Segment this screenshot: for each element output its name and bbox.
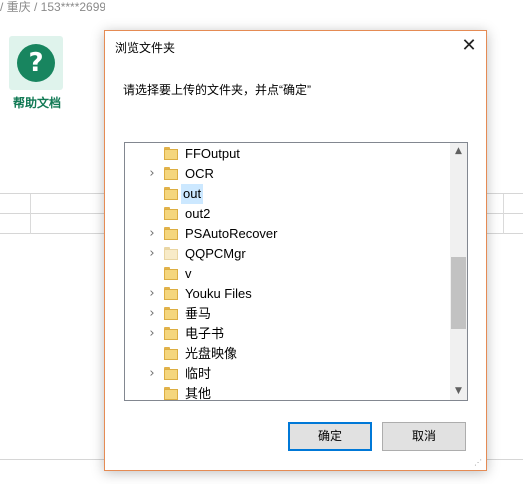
folder-icon: [164, 187, 178, 200]
tree-item[interactable]: v: [125, 264, 450, 284]
chevron-right-icon[interactable]: ›: [146, 164, 158, 184]
folder-tree-rows: FFOutput › OCR out out2 › PSAutoRecover › QQPCMg…: [125, 143, 450, 400]
chevron-right-icon[interactable]: ›: [146, 324, 158, 344]
tree-item-label: 临时: [185, 366, 212, 381]
scroll-up-icon[interactable]: ▲: [450, 143, 467, 160]
tree-item[interactable]: 其他: [125, 384, 450, 400]
tree-item-label: Youku Files: [185, 286, 252, 301]
folder-icon: [164, 287, 178, 300]
tree-item[interactable]: 光盘映像: [125, 344, 450, 364]
chevron-right-icon[interactable]: ›: [146, 244, 158, 264]
ok-button[interactable]: 确定: [288, 422, 372, 451]
folder-tree[interactable]: FFOutput › OCR out out2 › PSAutoRecover › QQPCMg…: [124, 142, 468, 401]
tree-item[interactable]: › QQPCMgr: [125, 244, 450, 264]
resize-grip-icon[interactable]: ⋰: [474, 458, 484, 468]
help-docs-button[interactable]: ? 帮助文档: [7, 36, 67, 112]
help-docs-label: 帮助文档: [12, 96, 61, 110]
folder-icon: [164, 147, 178, 160]
dialog-title: 浏览文件夹: [115, 41, 176, 55]
tree-item-label: v: [185, 266, 192, 281]
folder-icon: [164, 247, 178, 260]
chevron-right-icon[interactable]: ›: [146, 304, 158, 324]
tree-item-label: FFOutput: [185, 146, 240, 161]
vertical-scrollbar[interactable]: ▲ ▼: [450, 143, 467, 400]
dialog-message: 请选择要上传的文件夹，并点“确定”: [123, 83, 311, 97]
tree-item-label: 垂马: [185, 306, 212, 321]
tree-item-label: 电子书: [185, 326, 225, 341]
tree-item-label: OCR: [185, 166, 214, 181]
tree-item[interactable]: › PSAutoRecover: [125, 224, 450, 244]
folder-icon: [164, 227, 178, 240]
chevron-right-icon[interactable]: ›: [146, 364, 158, 384]
chevron-right-icon[interactable]: ›: [146, 224, 158, 244]
tree-item-label: PSAutoRecover: [185, 226, 278, 241]
tree-item-label: 其他: [185, 386, 212, 400]
tree-item[interactable]: › 垂马: [125, 304, 450, 324]
folder-icon: [164, 167, 178, 180]
folder-icon: [164, 207, 178, 220]
tree-item[interactable]: FFOutput: [125, 144, 450, 164]
breadcrumb: / 重庆 / 153****2699: [0, 0, 105, 14]
browse-folder-dialog: 浏览文件夹 ✕ 请选择要上传的文件夹，并点“确定” FFOutput › OCR ou…: [104, 30, 487, 471]
folder-icon: [164, 367, 178, 380]
tree-item-label: 光盘映像: [185, 346, 238, 361]
bg-column-line: [30, 194, 31, 234]
bg-column-line: [503, 194, 504, 234]
folder-icon: [164, 267, 178, 280]
tree-item-label: out: [181, 184, 204, 204]
tree-item[interactable]: › 电子书: [125, 324, 450, 344]
tree-item[interactable]: › Youku Files: [125, 284, 450, 304]
tree-item-label: out2: [185, 206, 211, 221]
question-mark-icon: ?: [17, 44, 55, 82]
folder-icon: [164, 307, 178, 320]
help-icon: ?: [9, 36, 63, 90]
cancel-button[interactable]: 取消: [382, 422, 466, 451]
tree-item-label: QQPCMgr: [185, 246, 246, 261]
tree-item[interactable]: › OCR: [125, 164, 450, 184]
tree-item[interactable]: › 临时: [125, 364, 450, 384]
folder-icon: [164, 347, 178, 360]
chevron-right-icon[interactable]: ›: [146, 284, 158, 304]
close-icon[interactable]: ✕: [452, 31, 486, 61]
scroll-down-icon[interactable]: ▼: [450, 383, 467, 400]
folder-icon: [164, 387, 178, 400]
tree-item[interactable]: out: [125, 184, 450, 204]
folder-icon: [164, 327, 178, 340]
scrollbar-thumb[interactable]: [451, 257, 466, 329]
tree-item[interactable]: out2: [125, 204, 450, 224]
